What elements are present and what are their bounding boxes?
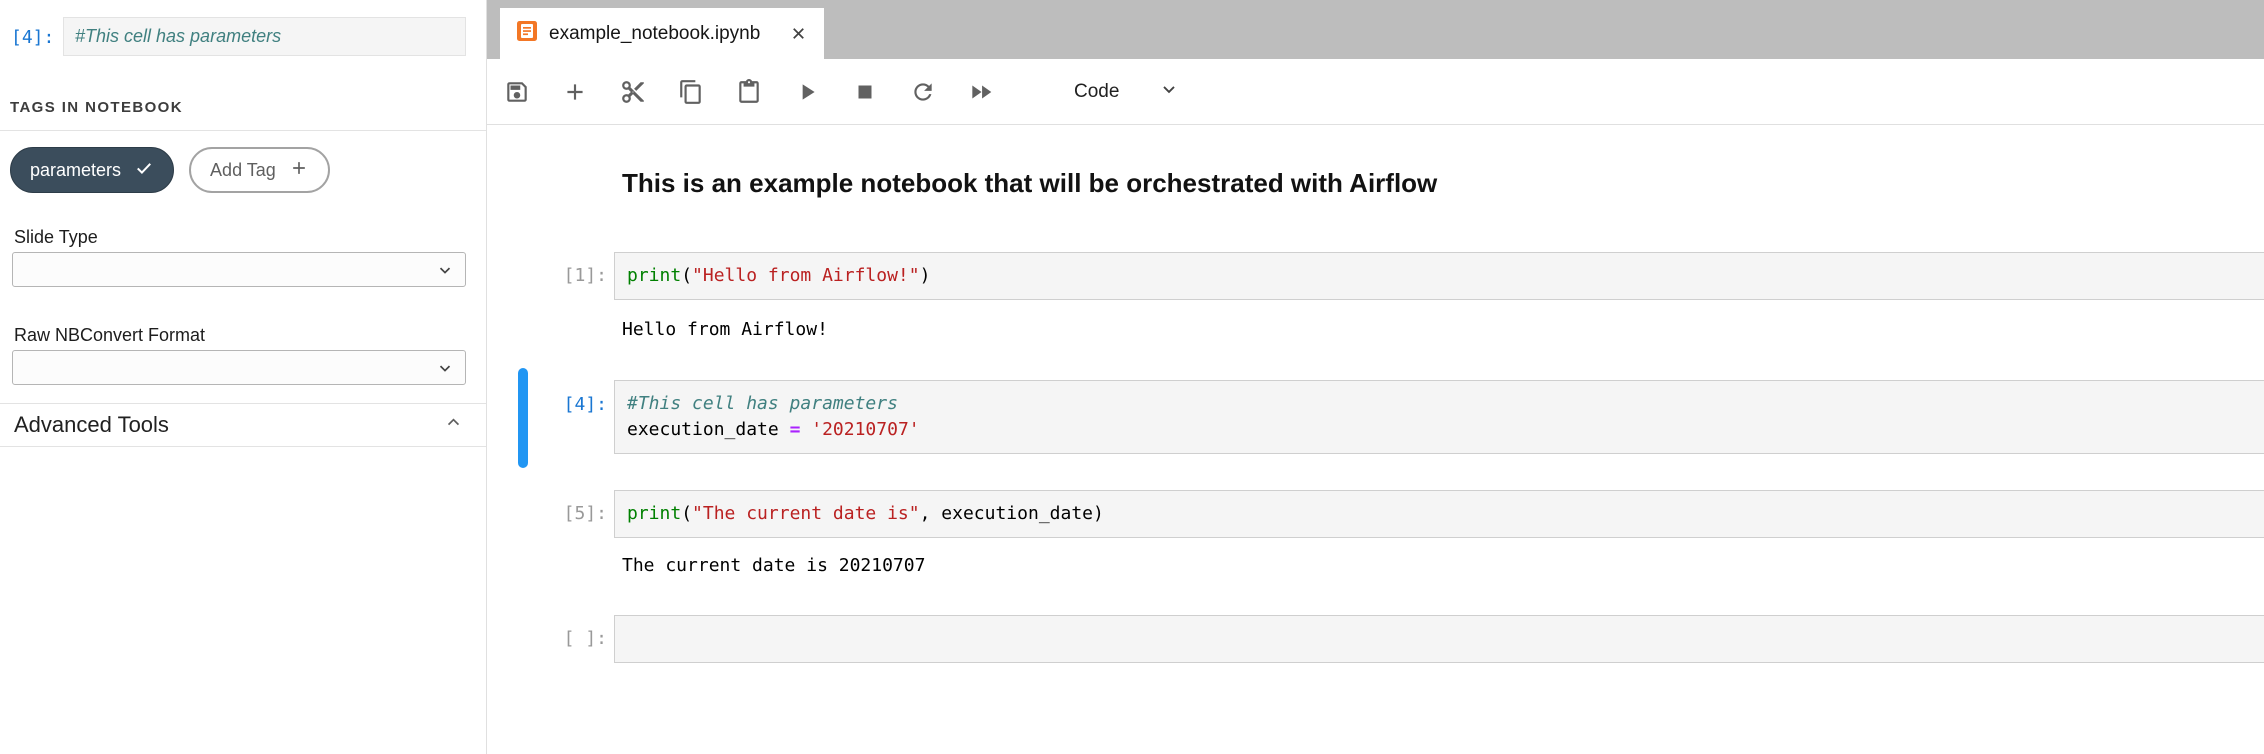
cell-prompt: [4]: xyxy=(487,392,607,418)
divider xyxy=(0,130,486,131)
chevron-up-icon xyxy=(445,414,462,436)
insert-cell-below-button[interactable] xyxy=(562,79,588,105)
sidebar-cell-code: #This cell has parameters xyxy=(75,26,281,46)
jupyterlab-window: [4]: #This cell has parameters TAGS IN N… xyxy=(0,0,2264,754)
tag-parameters[interactable]: parameters xyxy=(10,147,174,193)
cell-prompt: [ ]: xyxy=(487,626,607,652)
sidebar-cell-prompt: [4]: xyxy=(11,27,54,48)
code-token: ) xyxy=(920,265,931,286)
tab-title: example_notebook.ipynb xyxy=(549,23,760,45)
raw-nbconvert-label: Raw NBConvert Format xyxy=(14,325,205,346)
code-token: ( xyxy=(681,265,692,286)
divider xyxy=(0,403,486,404)
chevron-down-icon xyxy=(1119,79,1179,104)
cell-type-dropdown[interactable]: Code xyxy=(1074,79,1179,104)
cell-prompt: [1]: xyxy=(487,263,607,289)
cut-cells-button[interactable] xyxy=(620,79,646,105)
code-token: ) xyxy=(1093,503,1104,524)
plus-icon xyxy=(289,158,309,183)
sidebar-cell-preview[interactable]: #This cell has parameters xyxy=(63,17,466,56)
divider xyxy=(0,446,486,447)
notebook-panel: example_notebook.ipynb xyxy=(487,0,2264,754)
code-token: execution_date xyxy=(627,419,790,440)
copy-cells-button[interactable] xyxy=(678,79,704,105)
slide-type-select[interactable] xyxy=(12,252,466,287)
code-token: "The current date is" xyxy=(692,503,920,524)
tags-row: parameters Add Tag xyxy=(10,147,330,193)
code-token: print xyxy=(627,265,681,286)
code-token: , execution_date xyxy=(920,503,1093,524)
code-token: print xyxy=(627,503,681,524)
interrupt-kernel-button[interactable] xyxy=(852,79,878,105)
check-icon xyxy=(134,158,154,183)
cell-type-value: Code xyxy=(1074,81,1119,103)
cell-collapser[interactable] xyxy=(518,368,528,468)
add-tag-button[interactable]: Add Tag xyxy=(189,147,330,193)
tab-example-notebook[interactable]: example_notebook.ipynb xyxy=(500,8,824,59)
restart-and-run-all-button[interactable] xyxy=(968,79,994,105)
tab-bar: example_notebook.ipynb xyxy=(487,0,2264,59)
notebook-toolbar: Code xyxy=(487,59,2264,125)
code-token: #This cell has parameters xyxy=(627,393,898,414)
code-token: ( xyxy=(681,503,692,524)
notebook-file-icon xyxy=(516,20,538,47)
markdown-heading-cell[interactable]: This is an example notebook that will be… xyxy=(622,165,1437,201)
code-token: '20210707' xyxy=(811,419,919,440)
cell-prompt: [5]: xyxy=(487,501,607,527)
raw-nbconvert-select[interactable] xyxy=(12,350,466,385)
code-token: "Hello from Airflow!" xyxy=(692,265,920,286)
paste-cells-button[interactable] xyxy=(736,79,762,105)
cell-output-text: Hello from Airflow! xyxy=(622,317,828,343)
code-cell-input[interactable]: print("Hello from Airflow!") xyxy=(614,252,2264,300)
code-cell-input[interactable]: #This cell has parameters execution_date… xyxy=(614,380,2264,454)
tag-parameters-label: parameters xyxy=(30,160,121,181)
notebook-content: This is an example notebook that will be… xyxy=(487,125,2264,754)
tags-in-notebook-header: TAGS IN NOTEBOOK xyxy=(10,99,183,116)
restart-kernel-button[interactable] xyxy=(910,79,936,105)
save-button[interactable] xyxy=(504,79,530,105)
code-token: = xyxy=(790,419,801,440)
add-tag-label: Add Tag xyxy=(210,160,276,181)
code-token xyxy=(800,419,811,440)
cell-output-text: The current date is 20210707 xyxy=(622,553,925,579)
code-cell-input-empty[interactable] xyxy=(614,615,2264,663)
advanced-tools-label: Advanced Tools xyxy=(14,412,169,438)
advanced-tools-section-header[interactable]: Advanced Tools xyxy=(14,409,462,441)
run-cell-button[interactable] xyxy=(794,79,820,105)
code-cell-input[interactable]: print("The current date is", execution_d… xyxy=(614,490,2264,538)
property-inspector-sidebar: [4]: #This cell has parameters TAGS IN N… xyxy=(0,0,487,754)
slide-type-label: Slide Type xyxy=(14,227,98,248)
close-tab-icon[interactable] xyxy=(789,24,808,43)
